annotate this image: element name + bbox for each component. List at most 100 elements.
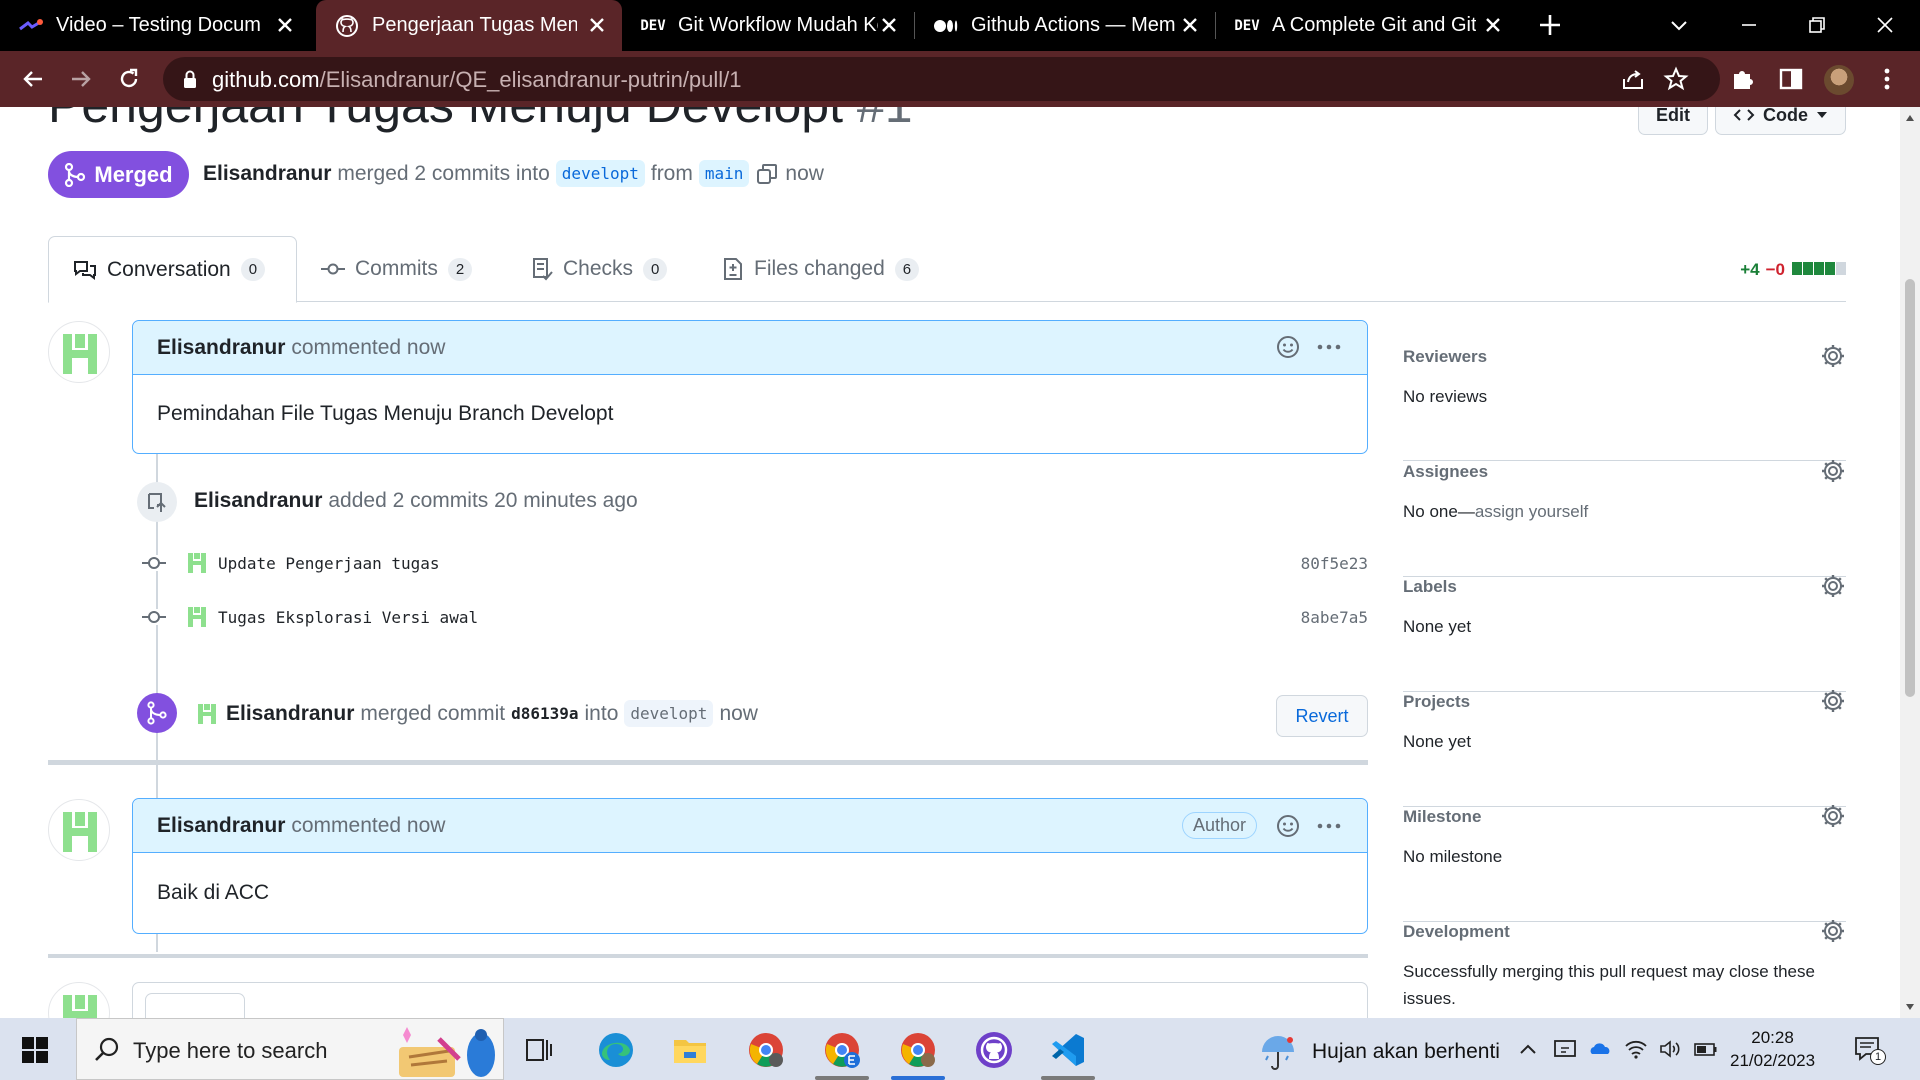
close-icon[interactable] bbox=[274, 14, 296, 36]
notification-center-icon[interactable]: 1 bbox=[1852, 1032, 1886, 1066]
volume-icon[interactable] bbox=[1658, 1038, 1682, 1060]
tab-conversation[interactable]: Conversation 0 bbox=[48, 236, 297, 303]
file-explorer-icon[interactable] bbox=[670, 1030, 710, 1070]
emoji-icon[interactable] bbox=[1275, 334, 1301, 360]
commit-avatar[interactable] bbox=[184, 550, 210, 576]
gear-icon[interactable] bbox=[1820, 458, 1846, 484]
github-desktop-icon[interactable] bbox=[974, 1030, 1014, 1070]
task-view-icon[interactable] bbox=[524, 1036, 554, 1064]
back-icon[interactable] bbox=[18, 64, 48, 94]
avatar[interactable] bbox=[48, 799, 110, 861]
commit-message-link[interactable]: Tugas Eksplorasi Versi awal bbox=[218, 608, 478, 627]
code-button[interactable]: Code bbox=[1715, 107, 1846, 135]
share-icon[interactable] bbox=[1620, 66, 1646, 92]
onedrive-icon[interactable] bbox=[1588, 1038, 1612, 1060]
side-panel-icon[interactable] bbox=[1776, 64, 1806, 94]
browser-tab-complete-git[interactable]: DEV A Complete Git and GitHu bbox=[1216, 0, 1518, 51]
scroll-up-icon[interactable] bbox=[1905, 113, 1915, 123]
commit-message-link[interactable]: Update Pengerjaan tugas bbox=[218, 554, 440, 573]
reload-icon[interactable] bbox=[114, 64, 144, 94]
edit-button[interactable]: Edit bbox=[1638, 107, 1708, 135]
taskbar-search[interactable]: Type here to search bbox=[76, 1018, 504, 1080]
close-icon[interactable] bbox=[586, 14, 608, 36]
battery-icon[interactable] bbox=[1694, 1038, 1718, 1060]
event-author[interactable]: Elisandranur bbox=[226, 702, 354, 726]
display-icon[interactable] bbox=[1553, 1038, 1577, 1060]
comment-header: Elisandranur commented now bbox=[133, 321, 1367, 375]
commit-avatar[interactable] bbox=[184, 604, 210, 630]
browser-tab-pull-request[interactable]: Pengerjaan Tugas Menuju bbox=[316, 0, 622, 51]
bookmark-star-icon[interactable] bbox=[1663, 66, 1689, 92]
tab-counter: 0 bbox=[240, 258, 266, 281]
head-branch[interactable]: main bbox=[698, 160, 750, 187]
gear-icon[interactable] bbox=[1820, 573, 1846, 599]
close-icon[interactable] bbox=[1179, 14, 1201, 36]
chrome-profile-e-icon[interactable] bbox=[822, 1030, 862, 1070]
new-comment-box[interactable] bbox=[132, 982, 1368, 1018]
extensions-icon[interactable] bbox=[1728, 64, 1758, 94]
avatar[interactable] bbox=[194, 701, 220, 727]
event-author[interactable]: Elisandranur bbox=[194, 489, 322, 513]
gear-icon[interactable] bbox=[1820, 918, 1846, 944]
comment-author[interactable]: Elisandranur bbox=[157, 336, 285, 360]
close-window-icon[interactable] bbox=[1870, 10, 1900, 40]
active-app-indicator bbox=[1041, 1076, 1095, 1080]
forward-icon[interactable] bbox=[66, 64, 96, 94]
gear-icon[interactable] bbox=[1820, 803, 1846, 829]
avatar[interactable] bbox=[48, 321, 110, 383]
commit-sha-link[interactable]: 80f5e23 bbox=[1301, 554, 1368, 573]
profile-avatar[interactable] bbox=[1824, 65, 1854, 95]
base-branch[interactable]: developt bbox=[624, 700, 714, 727]
assign-yourself-link[interactable]: assign yourself bbox=[1475, 502, 1588, 521]
scroll-down-icon[interactable] bbox=[1905, 1002, 1915, 1012]
scrollbar[interactable] bbox=[1900, 107, 1920, 1018]
tab-checks[interactable]: Checks 0 bbox=[507, 236, 691, 302]
kebab-menu-icon[interactable] bbox=[1315, 813, 1343, 839]
gear-icon[interactable] bbox=[1820, 688, 1846, 714]
dev-icon: DEV bbox=[1232, 16, 1262, 35]
url-bar[interactable]: github.com/Elisandranur/QE_elisandranur-… bbox=[163, 57, 1720, 101]
close-icon[interactable] bbox=[1482, 14, 1504, 36]
scrollbar-thumb[interactable] bbox=[1905, 279, 1915, 697]
restore-icon[interactable] bbox=[1802, 10, 1832, 40]
revert-button[interactable]: Revert bbox=[1276, 695, 1368, 737]
vscode-icon[interactable] bbox=[1048, 1030, 1088, 1070]
system-clock[interactable]: 20:28 21/02/2023 bbox=[1730, 1026, 1815, 1072]
edge-icon[interactable] bbox=[596, 1030, 636, 1070]
sidebar-title: Labels bbox=[1403, 577, 1457, 596]
chrome-active-icon[interactable] bbox=[898, 1030, 938, 1070]
minimize-icon[interactable] bbox=[1734, 10, 1764, 40]
kebab-menu-icon[interactable] bbox=[1315, 334, 1343, 360]
browser-tab-git-workflow[interactable]: DEV Git Workflow Mudah Kok! bbox=[622, 0, 914, 51]
chrome-icon[interactable] bbox=[746, 1030, 786, 1070]
tab-counter: 0 bbox=[643, 257, 668, 281]
active-app-indicator bbox=[891, 1076, 945, 1080]
timeline-line bbox=[156, 934, 158, 952]
tab-title: Git Workflow Mudah Kok! bbox=[678, 14, 878, 36]
sidebar-title: Reviewers bbox=[1403, 347, 1488, 366]
windows-start-icon[interactable] bbox=[22, 1037, 48, 1063]
chevron-down-icon[interactable] bbox=[1664, 10, 1694, 40]
emoji-icon[interactable] bbox=[1275, 813, 1301, 839]
lock-icon[interactable] bbox=[177, 66, 203, 92]
weather-widget[interactable]: Hujan akan berhenti bbox=[1258, 1032, 1500, 1072]
browser-tab-video[interactable]: Video – Testing Documen bbox=[0, 0, 310, 51]
author-link[interactable]: Elisandranur bbox=[203, 162, 331, 186]
copy-icon[interactable] bbox=[755, 162, 779, 186]
chevron-up-icon[interactable] bbox=[1516, 1038, 1540, 1060]
tab-files-changed[interactable]: Files changed 6 bbox=[698, 236, 943, 302]
comment-author[interactable]: Elisandranur bbox=[157, 814, 285, 838]
close-icon[interactable] bbox=[878, 14, 900, 36]
browser-tab-github-actions[interactable]: Github Actions — Membu bbox=[915, 0, 1215, 51]
gear-icon[interactable] bbox=[1820, 343, 1846, 369]
base-branch[interactable]: developt bbox=[555, 160, 645, 187]
url-text[interactable]: github.com/Elisandranur/QE_elisandranur-… bbox=[212, 67, 742, 93]
new-tab-icon[interactable] bbox=[1535, 10, 1565, 40]
merge-commit-sha[interactable]: d86139a bbox=[511, 704, 578, 723]
write-tab[interactable] bbox=[145, 993, 245, 1018]
wifi-icon[interactable] bbox=[1624, 1038, 1648, 1060]
menu-dots-icon[interactable] bbox=[1872, 64, 1902, 94]
avatar[interactable] bbox=[48, 982, 110, 1018]
tab-commits[interactable]: Commits 2 bbox=[297, 236, 496, 302]
commit-sha-link[interactable]: 8abe7a5 bbox=[1301, 608, 1368, 627]
